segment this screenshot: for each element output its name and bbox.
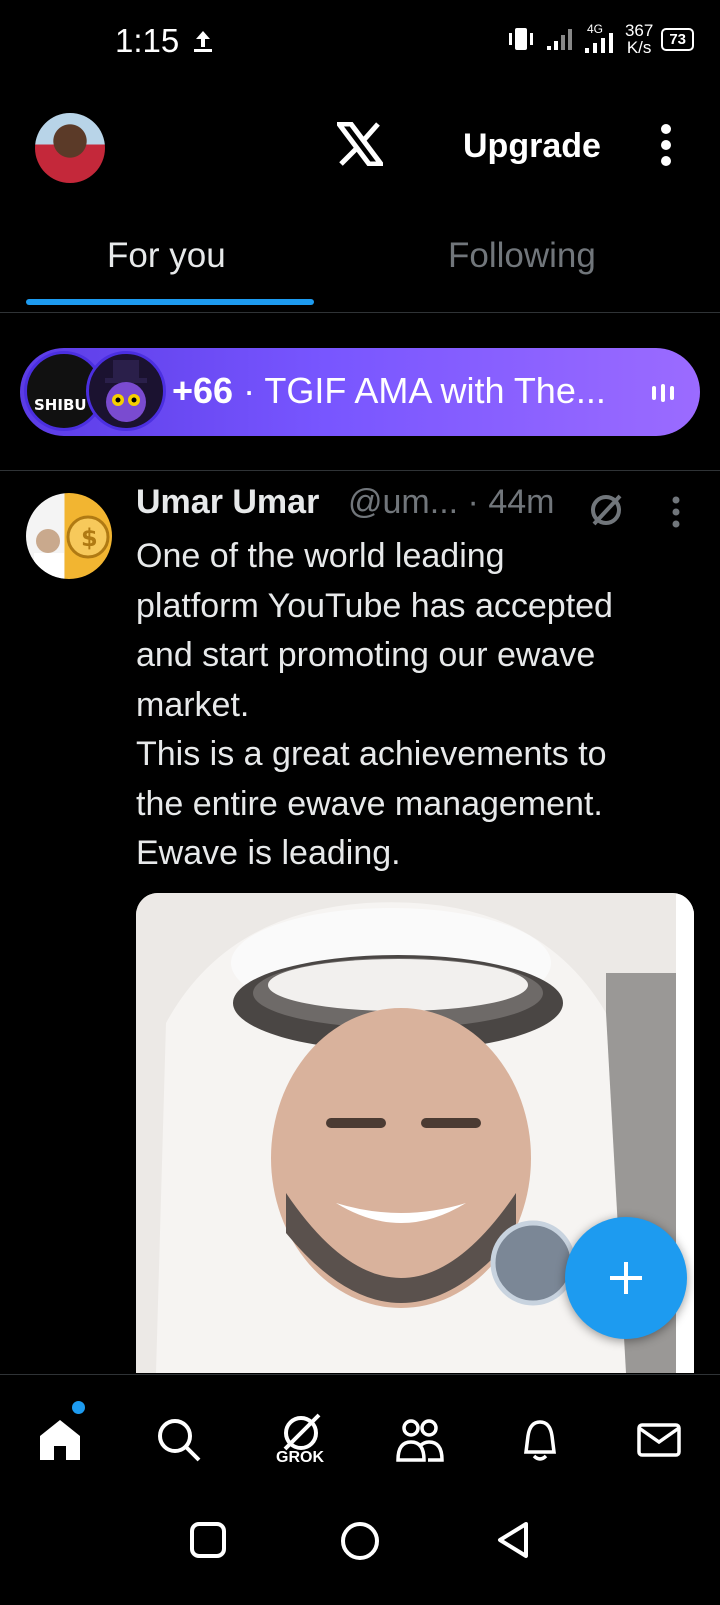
grok-icon[interactable] bbox=[588, 492, 624, 528]
messages-icon bbox=[637, 1423, 681, 1457]
status-time: 1:15 bbox=[115, 22, 180, 59]
audio-bars-icon bbox=[652, 384, 674, 402]
nav-home[interactable] bbox=[25, 1405, 95, 1475]
battery-indicator: 73 bbox=[661, 27, 694, 51]
communities-icon bbox=[396, 1419, 444, 1462]
nav-notifications[interactable] bbox=[505, 1405, 575, 1475]
tweet-text: One of the world leading platform YouTub… bbox=[136, 537, 613, 872]
new-posts-dot bbox=[72, 1401, 85, 1414]
x-logo-icon[interactable] bbox=[337, 122, 383, 166]
divider bbox=[0, 470, 720, 471]
nav-grok-label: GROK bbox=[276, 1449, 324, 1466]
tweet-handle-time: @um... · 44m bbox=[348, 483, 555, 521]
svg-text:$: $ bbox=[81, 524, 98, 552]
home-icon bbox=[40, 1420, 80, 1460]
tweet-more-icon[interactable] bbox=[672, 496, 680, 528]
back-icon[interactable] bbox=[494, 1520, 534, 1560]
nav-messages[interactable] bbox=[624, 1405, 694, 1475]
upload-icon bbox=[194, 31, 212, 52]
vibrate-icon bbox=[508, 28, 533, 50]
cat-avatar-icon bbox=[105, 360, 147, 422]
more-options-icon[interactable] bbox=[660, 124, 672, 166]
tweet-author-name[interactable]: Umar Umar bbox=[136, 483, 319, 522]
signal-4g-icon: 4G bbox=[583, 22, 617, 54]
home-button-icon[interactable] bbox=[339, 1520, 381, 1562]
upgrade-button[interactable]: Upgrade bbox=[463, 127, 601, 166]
status-bar: 1:15 4G 367 K/s 73 bbox=[0, 0, 720, 90]
nav-communities[interactable] bbox=[385, 1405, 455, 1475]
tab-for-you[interactable]: For you bbox=[107, 236, 226, 276]
notifications-icon bbox=[524, 1420, 556, 1461]
plus-icon bbox=[610, 1262, 642, 1294]
active-tab-indicator bbox=[26, 299, 314, 305]
search-icon bbox=[158, 1419, 201, 1462]
nav-search[interactable] bbox=[144, 1405, 214, 1475]
tweet-author-avatar[interactable]: $ bbox=[26, 493, 112, 579]
author-avatar-image: $ bbox=[34, 515, 110, 579]
compose-button[interactable] bbox=[565, 1217, 687, 1339]
spaces-avatar bbox=[86, 351, 166, 431]
tab-following[interactable]: Following bbox=[448, 236, 596, 276]
spaces-avatar-label: SHIBU bbox=[34, 396, 87, 414]
network-speed: 367 K/s bbox=[624, 21, 654, 57]
bottom-navigation bbox=[0, 1374, 720, 1605]
divider bbox=[0, 312, 720, 313]
profile-avatar[interactable] bbox=[35, 113, 105, 183]
recent-apps-icon[interactable] bbox=[188, 1520, 228, 1560]
system-icons: 4G 367 K/s 73 bbox=[505, 22, 694, 56]
spaces-title: +66 · TGIF AMA with The... bbox=[172, 370, 606, 411]
signal-icon bbox=[546, 29, 572, 50]
